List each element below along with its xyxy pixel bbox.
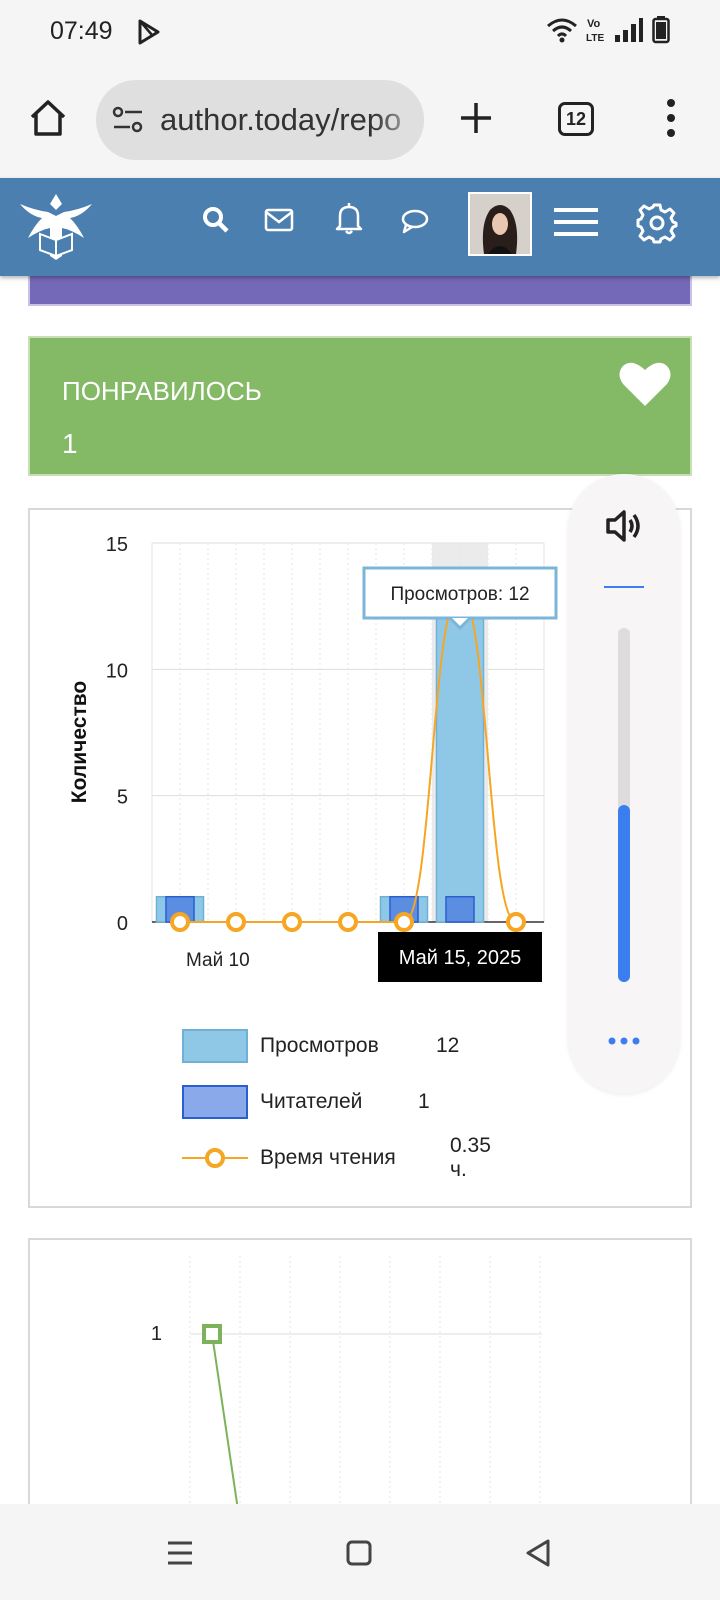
menu-dots-icon[interactable] [664,98,678,138]
x-tick-first: Май 10 [186,950,250,971]
url-text: author.today/repo [160,102,402,137]
gear-icon[interactable] [636,202,678,244]
volume-slider[interactable] [618,628,630,982]
legend-label-reading-time: Время чтения [260,1146,396,1169]
heart-icon [619,362,671,406]
legend-swatch-reading-time [182,1148,248,1168]
bell-icon[interactable] [334,202,364,236]
legend-value-reading-time: 0.35 ч. [450,1134,491,1181]
battery-icon [652,16,670,44]
svg-text:LTE: LTE [586,33,604,44]
line-series [211,1333,239,1510]
home-icon[interactable] [28,98,68,138]
legend-label-readers: Читателей [260,1090,363,1113]
legend-item-reading-time[interactable]: Время чтения 0.35 ч. [182,1134,491,1181]
tooltip-text: Просмотров: 12 [390,584,529,605]
svg-text:Vo: Vo [587,18,601,30]
address-bar[interactable]: author.today/repo [96,80,424,160]
y-axis-label: Количество [68,681,91,803]
legend-item-views[interactable]: Просмотров 12 [182,1026,459,1066]
mail-icon[interactable] [264,208,294,232]
legend-swatch-views [182,1029,248,1063]
y-tick-label: 5 [117,787,128,809]
more-dots-icon[interactable] [608,1036,640,1046]
avatar[interactable] [468,192,532,256]
volte-icon: Vo LTE [586,18,604,44]
hamburger-icon[interactable] [554,206,598,238]
y-tick-label: 0 [117,913,128,935]
signal-icon [615,18,643,42]
search-icon[interactable] [202,206,230,234]
browser-toolbar: author.today/repo 12 [0,64,720,178]
back-icon[interactable] [524,1538,552,1568]
recents-icon[interactable] [166,1540,194,1566]
bar-readers [445,895,475,923]
secondary-chart-card: 1 [28,1238,692,1518]
status-time: 07:49 [50,17,113,45]
site-header [0,178,720,276]
legend-label-views: Просмотров [260,1034,379,1057]
point-series [202,1324,222,1344]
point-reading-time [170,912,190,932]
x-hover-label: Май 15, 2025 [399,947,522,969]
point-reading-time [282,912,302,932]
home-nav-icon[interactable] [346,1540,372,1566]
liked-card: ПОНРАВИЛОСЬ 1 [28,336,692,476]
liked-count: 1 [62,428,78,459]
point-reading-time [338,912,358,932]
liked-title: ПОНРАВИЛОСЬ [62,376,262,406]
volume-panel [568,474,680,1094]
wifi-icon [547,18,577,43]
point-reading-time [506,912,526,932]
system-nav-bar [0,1504,720,1600]
secondary-chart: 1 [151,1256,542,1510]
y-tick-1: 1 [151,1323,162,1345]
y-tick-label: 15 [106,534,128,556]
bar-views [435,618,485,923]
eagle-logo[interactable] [16,186,96,266]
legend-value-views: 12 [436,1034,460,1057]
legend-item-readers[interactable]: Читателей 1 [182,1082,430,1122]
legend-swatch-readers [182,1085,248,1119]
play-store-icon [138,19,160,45]
new-tab-icon[interactable] [458,100,494,136]
tab-switcher-button[interactable]: 12 [558,102,594,136]
y-tick-label: 10 [106,660,128,682]
legend-value-readers: 1 [418,1090,430,1113]
point-reading-time [394,912,414,932]
chat-icon[interactable] [400,208,430,234]
status-bar: 07:49 Vo LTE [0,0,720,64]
volume-slider-fill [618,805,630,982]
point-reading-time [226,912,246,932]
site-settings-icon[interactable] [112,106,144,134]
speaker-icon[interactable] [604,506,644,546]
